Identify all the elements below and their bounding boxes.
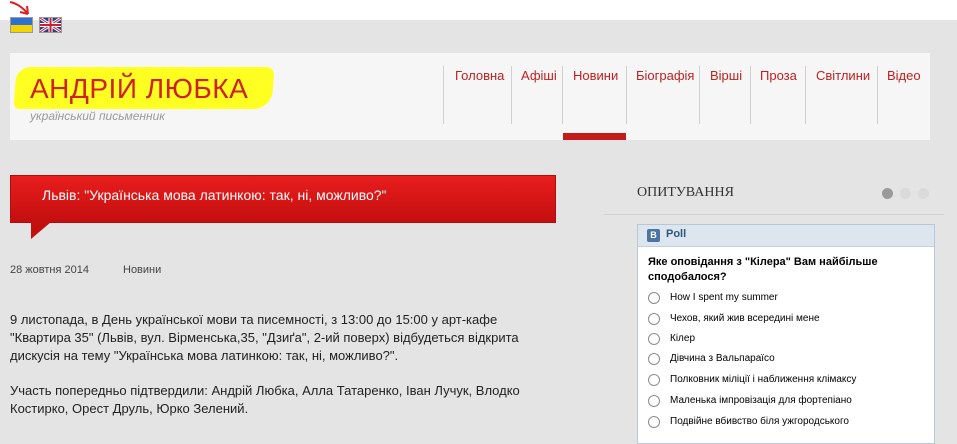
poll-option-label: Полковник міліції і наближення клімаксу [670,374,857,385]
poll-widget: B Poll Яке оповідання з "Кілера" Вам най… [637,224,935,444]
radio-button[interactable] [648,292,660,304]
poll-option-label: Дівчина з Вальпараїсо [670,353,775,364]
poll-option[interactable]: Подвійне вбивство біля ужгородського [648,415,928,431]
main-nav: Головна Афіші Новини Біографія Вірші Про… [10,53,930,140]
poll-option-label: Маленька імпровізація для фортепіано [670,395,852,406]
slider-dot[interactable] [900,188,911,199]
nav-item-biography[interactable]: Біографія [636,68,694,83]
post-category[interactable]: Новини [123,264,161,276]
post-date: 28 жовтня 2014 [10,264,89,276]
poll-option[interactable]: Кілер [648,332,928,348]
vk-logo-icon: B [647,229,660,242]
nav-item-home[interactable]: Головна [455,68,504,83]
nav-separator [511,66,512,124]
radio-button[interactable] [648,395,660,407]
radio-button[interactable] [648,313,660,325]
nav-separator [443,66,444,124]
nav-separator [699,66,700,124]
sidebar-title: ОПИТУВАННЯ [637,185,734,200]
poll-header: B Poll [638,225,934,247]
ukraine-flag-icon[interactable] [10,17,33,33]
nav-separator [750,66,751,124]
poll-option-label: Чехов, який жив всередині мене [670,313,820,324]
nav-item-photos[interactable]: Світлини [816,68,870,83]
slider-dot[interactable] [918,188,929,199]
poll-option-label: Подвійне вбивство біля ужгородського [670,416,849,427]
poll-option-label: How I spent my summer [670,292,778,303]
radio-button[interactable] [648,353,660,365]
post-paragraph: Участь попередньо підтвердили: Андрій Лю… [10,383,520,416]
nav-item-events[interactable]: Афіші [521,68,557,83]
poll-option[interactable]: Маленька імпровізація для фортепіано [648,394,928,410]
nav-item-prose[interactable]: Проза [760,68,797,83]
nav-item-news[interactable]: Новини [573,68,618,83]
post-paragraph: 9 листопада, в День української мови та … [10,312,519,363]
poll-label: Poll [666,228,687,240]
nav-item-video[interactable]: Відео [887,68,921,83]
site-header: АНДРІЙ ЛЮБКА український письменник Голо… [10,53,930,140]
poll-option[interactable]: Дівчина з Вальпараїсо [648,352,928,368]
poll-question: Яке оповідання з "Кілера" Вам найбільше … [648,256,878,283]
nav-active-indicator [563,133,626,140]
poll-option[interactable]: Чехов, який жив всередині мене [648,312,928,328]
poll-option-label: Кілер [670,333,696,344]
top-bar [0,0,957,20]
radio-button[interactable] [648,416,660,428]
nav-separator [805,66,806,124]
nav-item-poems[interactable]: Вірші [710,68,742,83]
sidebar-divider [604,214,944,215]
radio-button[interactable] [648,333,660,345]
slider-dot-active[interactable] [882,188,893,199]
nav-separator [626,66,627,124]
post-title-banner-tail [31,222,51,239]
nav-separator [877,66,878,124]
nav-separator [562,66,563,124]
poll-option[interactable]: Полковник міліції і наближення клімаксу [648,373,928,389]
uk-flag-icon[interactable] [39,17,62,33]
poll-option[interactable]: How I spent my summer [648,291,928,307]
post-title[interactable]: Львів: "Українська мова латинкою: так, н… [42,187,387,203]
radio-button[interactable] [648,374,660,386]
